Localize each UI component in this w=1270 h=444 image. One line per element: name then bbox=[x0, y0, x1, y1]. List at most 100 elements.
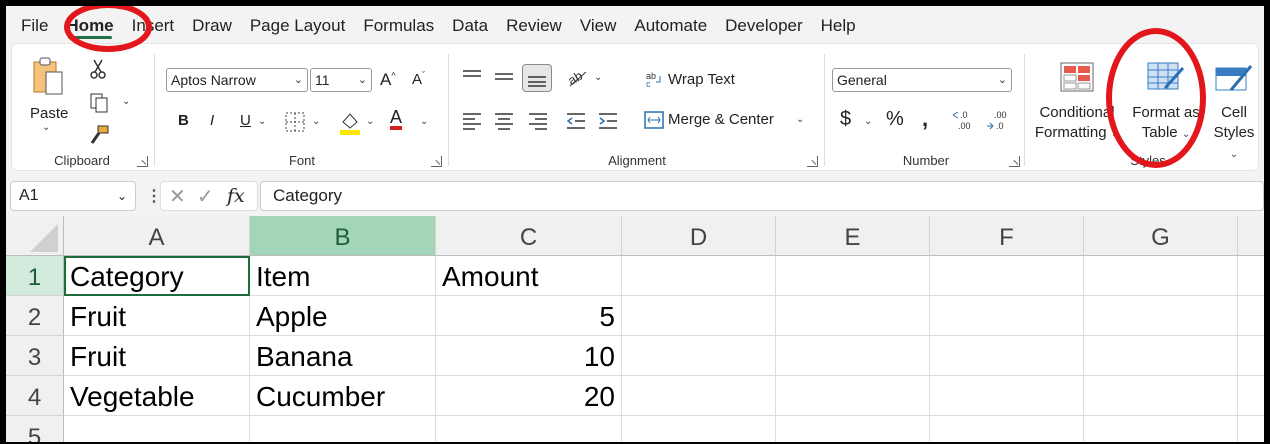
underline-dropdown-icon[interactable]: ⌄ bbox=[258, 116, 266, 127]
cancel-icon[interactable]: ✕ bbox=[169, 184, 186, 209]
tab-page-layout[interactable]: Page Layout bbox=[241, 6, 354, 44]
cell-C2[interactable]: 5 bbox=[436, 296, 622, 336]
select-all-corner[interactable] bbox=[6, 216, 64, 256]
orientation-dropdown-icon[interactable]: ⌄ bbox=[594, 72, 602, 83]
merge-center-button[interactable]: Merge & Center bbox=[668, 111, 774, 128]
cell-F2[interactable] bbox=[930, 296, 1084, 336]
underline-button[interactable]: U bbox=[240, 112, 251, 129]
number-format-dropdown[interactable]: General ⌄ bbox=[832, 68, 1012, 92]
wrap-text-button[interactable]: Wrap Text bbox=[668, 71, 735, 88]
cell-G2[interactable] bbox=[1084, 296, 1238, 336]
column-header-B[interactable]: B bbox=[250, 216, 436, 256]
cell-G4[interactable] bbox=[1084, 376, 1238, 416]
align-left-icon[interactable] bbox=[462, 112, 482, 130]
cell-B4[interactable]: Cucumber bbox=[250, 376, 436, 416]
cell-E4[interactable] bbox=[776, 376, 930, 416]
cell-C1[interactable]: Amount bbox=[436, 256, 622, 296]
cell-A3[interactable]: Fruit bbox=[64, 336, 250, 376]
tab-file[interactable]: File bbox=[12, 6, 57, 44]
cell-G5[interactable] bbox=[1084, 416, 1238, 442]
font-size-dropdown[interactable]: 11 ⌄ bbox=[310, 68, 372, 92]
row-header-3[interactable]: 3 bbox=[6, 336, 64, 376]
cell-styles-button[interactable]: Cell Styles ⌄ bbox=[1208, 62, 1260, 160]
row-header-4[interactable]: 4 bbox=[6, 376, 64, 416]
tab-draw[interactable]: Draw bbox=[183, 6, 241, 44]
align-right-icon[interactable] bbox=[528, 112, 548, 130]
cell-D1[interactable] bbox=[622, 256, 776, 296]
tab-automate[interactable]: Automate bbox=[625, 6, 716, 44]
cell-H2[interactable] bbox=[1238, 296, 1264, 336]
row-header-5[interactable]: 5 bbox=[6, 416, 64, 442]
cell-G3[interactable] bbox=[1084, 336, 1238, 376]
column-header-A[interactable]: A bbox=[64, 216, 250, 256]
tab-view[interactable]: View bbox=[571, 6, 626, 44]
italic-button[interactable]: I bbox=[210, 112, 214, 129]
paste-button[interactable]: Paste ⌄ bbox=[30, 56, 70, 133]
increase-indent-icon[interactable] bbox=[598, 112, 618, 130]
cell-E2[interactable] bbox=[776, 296, 930, 336]
font-launcher-icon[interactable] bbox=[431, 156, 442, 167]
name-box-dropdown-icon[interactable]: ⌄ bbox=[117, 182, 127, 210]
increase-font-size-icon[interactable]: A^ bbox=[380, 70, 396, 90]
cell-A2[interactable]: Fruit bbox=[64, 296, 250, 336]
column-header-C[interactable]: C bbox=[436, 216, 622, 256]
cell-D5[interactable] bbox=[622, 416, 776, 442]
cell-C3[interactable]: 10 bbox=[436, 336, 622, 376]
formula-input[interactable]: Category bbox=[260, 181, 1264, 211]
row-header-2[interactable]: 2 bbox=[6, 296, 64, 336]
decrease-font-size-icon[interactable]: Aˇ bbox=[412, 70, 425, 88]
top-align-icon[interactable] bbox=[462, 68, 482, 86]
bold-button[interactable]: B bbox=[178, 112, 189, 129]
increase-decimal-icon[interactable]: .0.00 bbox=[952, 108, 978, 132]
column-header-G[interactable]: G bbox=[1084, 216, 1238, 256]
tab-formulas[interactable]: Formulas bbox=[354, 6, 443, 44]
cell-D4[interactable] bbox=[622, 376, 776, 416]
borders-icon[interactable] bbox=[284, 111, 306, 133]
comma-style-button[interactable]: , bbox=[922, 106, 928, 132]
currency-button[interactable]: $ bbox=[840, 108, 851, 131]
decrease-indent-icon[interactable] bbox=[566, 112, 586, 130]
cell-G1[interactable] bbox=[1084, 256, 1238, 296]
copy-icon[interactable] bbox=[88, 92, 110, 114]
tab-data[interactable]: Data bbox=[443, 6, 497, 44]
cell-B2[interactable]: Apple bbox=[250, 296, 436, 336]
row-header-1[interactable]: 1 bbox=[6, 256, 64, 296]
tab-help[interactable]: Help bbox=[812, 6, 865, 44]
insert-function-button[interactable]: fx bbox=[227, 185, 245, 207]
cell-F1[interactable] bbox=[930, 256, 1084, 296]
percent-button[interactable]: % bbox=[886, 108, 904, 131]
cell-C5[interactable] bbox=[436, 416, 622, 442]
cell-B3[interactable]: Banana bbox=[250, 336, 436, 376]
cell-A1[interactable]: Category bbox=[64, 256, 250, 296]
merge-center-dropdown-icon[interactable]: ⌄ bbox=[796, 114, 804, 125]
cell-F4[interactable] bbox=[930, 376, 1084, 416]
tab-home[interactable]: Home bbox=[57, 6, 122, 44]
enter-icon[interactable]: ✓ bbox=[197, 184, 214, 209]
borders-dropdown-icon[interactable]: ⌄ bbox=[312, 116, 320, 127]
paste-dropdown-icon[interactable]: ⌄ bbox=[30, 122, 70, 133]
orientation-icon[interactable]: ab bbox=[566, 66, 590, 88]
column-header-F[interactable]: F bbox=[930, 216, 1084, 256]
alignment-launcher-icon[interactable] bbox=[807, 156, 818, 167]
font-name-dropdown[interactable]: Aptos Narrow ⌄ bbox=[166, 68, 308, 92]
tab-review[interactable]: Review bbox=[497, 6, 571, 44]
cell-H1[interactable] bbox=[1238, 256, 1264, 296]
currency-dropdown-icon[interactable]: ⌄ bbox=[864, 116, 872, 127]
column-header-E[interactable]: E bbox=[776, 216, 930, 256]
cut-icon[interactable] bbox=[88, 58, 108, 80]
font-color-button[interactable]: A bbox=[390, 108, 403, 130]
cell-F5[interactable] bbox=[930, 416, 1084, 442]
cell-E3[interactable] bbox=[776, 336, 930, 376]
clipboard-launcher-icon[interactable] bbox=[137, 156, 148, 167]
merge-center-icon[interactable] bbox=[644, 110, 664, 130]
cell-A5[interactable] bbox=[64, 416, 250, 442]
cell-H4[interactable] bbox=[1238, 376, 1264, 416]
cell-B5[interactable] bbox=[250, 416, 436, 442]
column-header-H[interactable] bbox=[1238, 216, 1264, 256]
name-box[interactable]: A1 ⌄ bbox=[10, 181, 136, 211]
cell-B1[interactable]: Item bbox=[250, 256, 436, 296]
cell-E1[interactable] bbox=[776, 256, 930, 296]
cell-D2[interactable] bbox=[622, 296, 776, 336]
decrease-decimal-icon[interactable]: .00.0 bbox=[986, 108, 1012, 132]
copy-dropdown-icon[interactable]: ⌄ bbox=[122, 96, 130, 107]
